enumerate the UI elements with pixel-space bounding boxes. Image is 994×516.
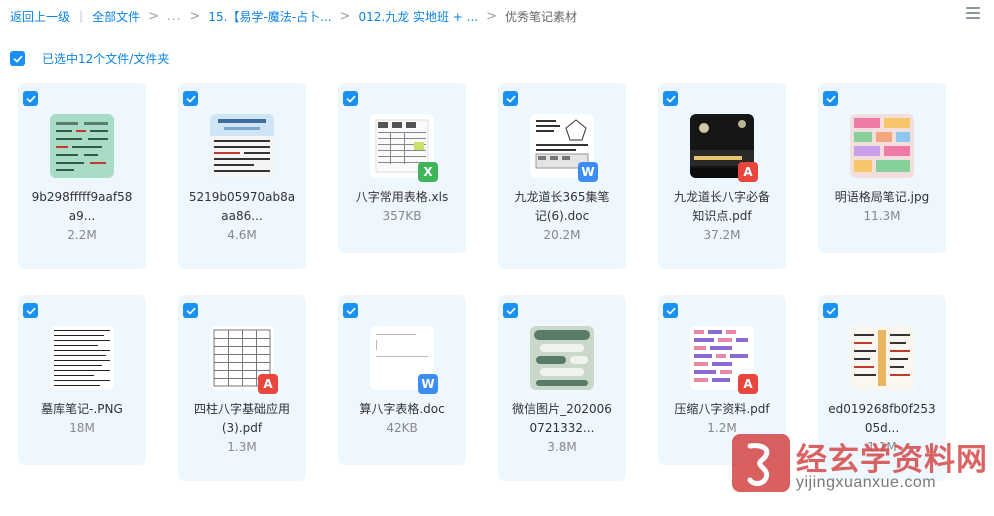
pdf-icon: A bbox=[738, 374, 758, 394]
file-size: 2.2M bbox=[67, 228, 97, 242]
file-card[interactable]: 明语格局笔记.jpg 11.3M bbox=[818, 83, 946, 253]
file-name[interactable]: ed019268fb0f253 05d... bbox=[822, 400, 942, 438]
breadcrumb: 返回上一级 | 全部文件 > ... > 15.【易学-魔法-占卜... > 0… bbox=[10, 7, 577, 25]
file-size: 11.3M bbox=[863, 209, 901, 223]
check-icon bbox=[506, 95, 515, 102]
image-thumbnail bbox=[210, 114, 274, 178]
file-name[interactable]: 明语格局笔记.jpg bbox=[822, 188, 942, 207]
selection-count: 已选中12个文件/文件夹 bbox=[42, 52, 170, 66]
chevron-right-icon: > bbox=[189, 8, 201, 24]
breadcrumb-ellipsis[interactable]: ... bbox=[167, 9, 181, 23]
file-checkbox[interactable] bbox=[663, 303, 678, 318]
image-thumbnail bbox=[850, 114, 914, 178]
breadcrumb-divider: | bbox=[79, 9, 84, 23]
check-icon bbox=[186, 95, 195, 102]
pdf-icon: A bbox=[738, 162, 758, 182]
file-size: 42KB bbox=[386, 421, 418, 435]
file-card[interactable]: A 九龙道长八字必备 知识点.pdf 37.2M bbox=[658, 83, 786, 269]
file-card[interactable]: W 算八字表格.doc 42KB bbox=[338, 295, 466, 465]
check-icon bbox=[26, 307, 35, 314]
file-size: 357KB bbox=[382, 209, 422, 223]
file-card[interactable]: A 四柱八字基础应用 (3).pdf 1.3M bbox=[178, 295, 306, 481]
file-checkbox[interactable] bbox=[823, 303, 838, 318]
check-icon bbox=[506, 307, 515, 314]
check-icon bbox=[186, 307, 195, 314]
word-icon: W bbox=[578, 162, 598, 182]
file-card[interactable]: 9b298fffff9aaf58 a9... 2.2M bbox=[18, 83, 146, 269]
file-size: 20.2M bbox=[543, 228, 581, 242]
file-name[interactable]: 八字常用表格.xls bbox=[342, 188, 462, 207]
watermark-logo-icon bbox=[732, 434, 790, 492]
image-thumbnail bbox=[50, 326, 114, 390]
file-checkbox[interactable] bbox=[343, 91, 358, 106]
file-card[interactable]: X 八字常用表格.xls 357KB bbox=[338, 83, 466, 253]
check-icon bbox=[26, 95, 35, 102]
back-link[interactable]: 返回上一级 bbox=[10, 8, 70, 25]
image-thumbnail bbox=[50, 114, 114, 178]
file-card[interactable]: 微信图片_202006 0721332... 3.8M bbox=[498, 295, 626, 481]
file-name[interactable]: 算八字表格.doc bbox=[342, 400, 462, 419]
breadcrumb-folder-1[interactable]: 15.【易学-魔法-占卜... bbox=[208, 8, 331, 25]
file-size: 37.2M bbox=[703, 228, 741, 242]
chevron-right-icon: > bbox=[339, 8, 351, 24]
file-checkbox[interactable] bbox=[663, 91, 678, 106]
file-size: 3.8M bbox=[547, 440, 577, 454]
file-card[interactable]: 5219b05970ab8a aa86... 4.6M bbox=[178, 83, 306, 269]
file-checkbox[interactable] bbox=[183, 303, 198, 318]
breadcrumb-all-files[interactable]: 全部文件 bbox=[92, 8, 140, 25]
file-name[interactable]: 四柱八字基础应用 (3).pdf bbox=[182, 400, 302, 438]
breadcrumb-current: 优秀笔记素材 bbox=[505, 9, 578, 24]
word-icon: W bbox=[418, 374, 438, 394]
file-card[interactable]: W 九龙道长365集笔 记(6).doc 20.2M bbox=[498, 83, 626, 269]
file-size: 1.2M bbox=[707, 421, 737, 435]
file-name[interactable]: 微信图片_202006 0721332... bbox=[502, 400, 622, 438]
check-icon bbox=[13, 55, 22, 62]
selection-bar: 已选中12个文件/文件夹 bbox=[10, 50, 169, 67]
file-name[interactable]: 压缩八字资料.pdf bbox=[662, 400, 782, 419]
file-checkbox[interactable] bbox=[183, 91, 198, 106]
pdf-icon: A bbox=[258, 374, 278, 394]
file-size: 18M bbox=[69, 421, 95, 435]
check-icon bbox=[346, 307, 355, 314]
breadcrumb-folder-2[interactable]: 012.九龙 实地班 + ... bbox=[358, 8, 478, 25]
file-name[interactable]: 墓库笔记-.PNG bbox=[22, 400, 142, 419]
excel-icon: X bbox=[418, 162, 438, 182]
watermark-title: 经玄学资料网 bbox=[796, 442, 988, 478]
check-icon bbox=[666, 95, 675, 102]
check-icon bbox=[666, 307, 675, 314]
watermark-url: yijingxuanxue.com bbox=[796, 474, 937, 491]
file-name[interactable]: 九龙道长八字必备 知识点.pdf bbox=[662, 188, 782, 226]
file-checkbox[interactable] bbox=[823, 91, 838, 106]
check-icon bbox=[346, 95, 355, 102]
file-name[interactable]: 5219b05970ab8a aa86... bbox=[182, 188, 302, 226]
file-name[interactable]: 九龙道长365集笔 记(6).doc bbox=[502, 188, 622, 226]
image-thumbnail bbox=[850, 326, 914, 390]
check-icon bbox=[826, 95, 835, 102]
file-name[interactable]: 9b298fffff9aaf58 a9... bbox=[22, 188, 142, 226]
file-size: 4.6M bbox=[227, 228, 257, 242]
chevron-right-icon: > bbox=[486, 8, 498, 24]
file-checkbox[interactable] bbox=[343, 303, 358, 318]
check-icon bbox=[826, 307, 835, 314]
list-view-icon[interactable] bbox=[966, 7, 980, 21]
file-size: 1.3M bbox=[227, 440, 257, 454]
file-checkbox[interactable] bbox=[503, 91, 518, 106]
file-card[interactable]: 墓库笔记-.PNG 18M bbox=[18, 295, 146, 465]
file-checkbox[interactable] bbox=[23, 303, 38, 318]
watermark: 经玄学资料网 yijingxuanxue.com bbox=[732, 434, 994, 516]
image-thumbnail bbox=[530, 326, 594, 390]
select-all-checkbox[interactable] bbox=[10, 51, 25, 66]
file-checkbox[interactable] bbox=[23, 91, 38, 106]
file-checkbox[interactable] bbox=[503, 303, 518, 318]
chevron-right-icon: > bbox=[148, 8, 159, 24]
